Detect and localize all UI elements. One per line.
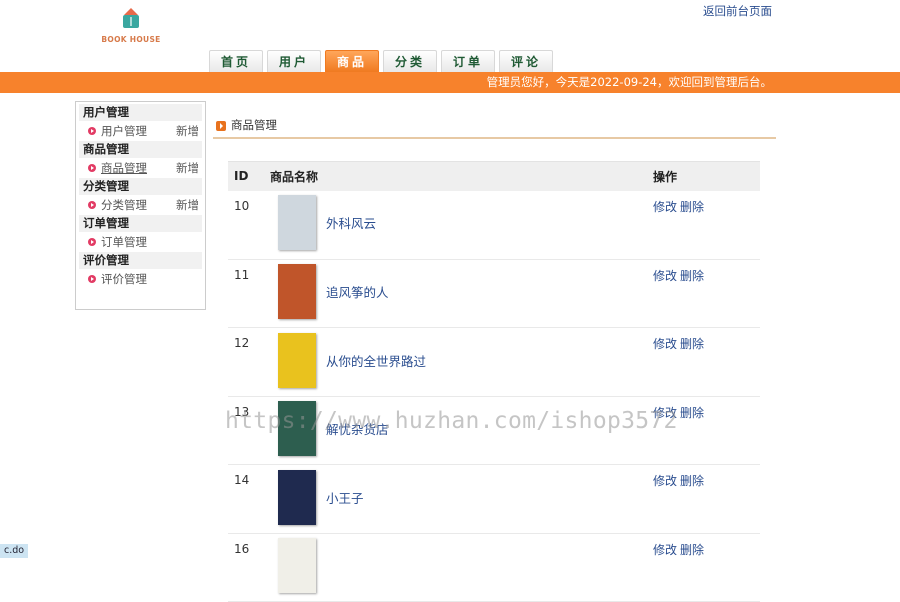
logo[interactable]: BOOK HOUSE: [100, 8, 162, 44]
delete-link[interactable]: 删除: [680, 543, 704, 557]
header: BOOK HOUSE 返回前台页面 首页 用户 商品 分类 订单 评论: [0, 0, 900, 72]
table-row: 13 解忧杂货店 修改删除: [228, 396, 760, 465]
cell-product: 追风筝的人: [270, 259, 653, 328]
main-nav-tabs: 首页 用户 商品 分类 订单 评论: [209, 50, 553, 72]
sidebar-group-orders: 订单管理: [79, 215, 202, 232]
book-cover-image[interactable]: [278, 264, 316, 319]
column-header-id: ID: [228, 162, 270, 191]
tab-reviews[interactable]: 评论: [499, 50, 553, 72]
cell-product: 解忧杂货店: [270, 396, 653, 465]
cell-product: 小王子: [270, 465, 653, 534]
cell-product: 外科风云: [270, 191, 653, 260]
sidebar-link-user-manage[interactable]: 用户管理: [101, 124, 147, 138]
sidebar-group-products: 商品管理: [79, 141, 202, 158]
edit-link[interactable]: 修改: [653, 543, 677, 557]
product-table: ID 商品名称 操作 10外科风云修改删除11追风筝的人修改删除12从你的全世界…: [228, 161, 760, 602]
edit-link[interactable]: 修改: [653, 269, 677, 283]
cell-ops: 修改删除: [653, 259, 760, 328]
cell-product: 从你的全世界路过: [270, 328, 653, 397]
book-cover-image[interactable]: [278, 401, 316, 456]
edit-link[interactable]: 修改: [653, 200, 677, 214]
sidebar-link-category-manage[interactable]: 分类管理: [101, 198, 147, 212]
bullet-arrow-icon: [88, 238, 96, 246]
edit-link[interactable]: 修改: [653, 474, 677, 488]
sidebar-link-product-manage[interactable]: 商品管理: [101, 161, 147, 175]
sidebar-link-review-manage[interactable]: 评价管理: [101, 272, 147, 286]
cell-ops: 修改删除: [653, 465, 760, 534]
tab-orders[interactable]: 订单: [441, 50, 495, 72]
sidebar-item-orders: 订单管理: [79, 232, 202, 252]
delete-link[interactable]: 删除: [680, 474, 704, 488]
table-row: 16 修改删除: [228, 533, 760, 602]
bullet-arrow-icon: [88, 127, 96, 135]
status-bar: c.do: [0, 544, 28, 558]
sidebar-link-add-product[interactable]: 新增: [176, 158, 199, 178]
sidebar-item-users: 用户管理 新增: [79, 121, 202, 141]
sidebar-link-add-user[interactable]: 新增: [176, 121, 199, 141]
cell-product: [270, 533, 653, 602]
sidebar-item-products: 商品管理 新增: [79, 158, 202, 178]
sidebar-group-users: 用户管理: [79, 104, 202, 121]
book-house-logo-icon: [122, 8, 140, 30]
delete-link[interactable]: 删除: [680, 406, 704, 420]
edit-link[interactable]: 修改: [653, 406, 677, 420]
tab-categories[interactable]: 分类: [383, 50, 437, 72]
sidebar-group-reviews: 评价管理: [79, 252, 202, 269]
sidebar-link-order-manage[interactable]: 订单管理: [101, 235, 147, 249]
table-row: 12 从你的全世界路过 修改删除: [228, 328, 760, 397]
cell-ops: 修改删除: [653, 396, 760, 465]
cell-ops: 修改删除: [653, 191, 760, 260]
book-cover-image[interactable]: [278, 538, 316, 593]
product-name-link[interactable]: 从你的全世界路过: [326, 351, 426, 370]
sidebar-group-categories: 分类管理: [79, 178, 202, 195]
table-row: 11 追风筝的人 修改删除: [228, 259, 760, 328]
book-cover-image[interactable]: [278, 195, 316, 250]
sidebar-link-add-category[interactable]: 新增: [176, 195, 199, 215]
sidebar-item-reviews: 评价管理: [79, 269, 202, 289]
product-name-link[interactable]: 解忧杂货店: [326, 419, 389, 438]
bullet-arrow-icon: [88, 275, 96, 283]
sidebar-item-categories: 分类管理 新增: [79, 195, 202, 215]
back-to-frontend-link[interactable]: 返回前台页面: [703, 3, 772, 19]
delete-link[interactable]: 删除: [680, 200, 704, 214]
bullet-arrow-icon: [88, 201, 96, 209]
table-row: 10 外科风云 修改删除: [228, 191, 760, 260]
cell-id: 14: [228, 465, 270, 534]
content-header: 商品管理: [213, 112, 776, 139]
delete-link[interactable]: 删除: [680, 337, 704, 351]
cell-ops: 修改删除: [653, 533, 760, 602]
edit-link[interactable]: 修改: [653, 337, 677, 351]
tab-users[interactable]: 用户: [267, 50, 321, 72]
cell-id: 10: [228, 191, 270, 260]
column-header-ops: 操作: [653, 162, 760, 191]
delete-link[interactable]: 删除: [680, 269, 704, 283]
main-content: 商品管理 ID 商品名称 操作 10外科风云修改删除11追风筝的人修改删除12从…: [213, 112, 776, 139]
cell-id: 12: [228, 328, 270, 397]
section-arrow-icon: [216, 121, 226, 131]
product-name-link[interactable]: 小王子: [326, 488, 364, 507]
welcome-banner: 管理员您好，今天是2022-09-24，欢迎回到管理后台。: [0, 72, 900, 93]
page-title: 商品管理: [231, 118, 277, 132]
sidebar: 用户管理 用户管理 新增 商品管理 商品管理 新增 分类管理 分类管理 新增 订…: [75, 101, 206, 310]
cell-id: 16: [228, 533, 270, 602]
cell-id: 11: [228, 259, 270, 328]
logo-text: BOOK HOUSE: [100, 35, 162, 44]
book-cover-image[interactable]: [278, 470, 316, 525]
cell-id: 13: [228, 396, 270, 465]
tab-home[interactable]: 首页: [209, 50, 263, 72]
cell-ops: 修改删除: [653, 328, 760, 397]
column-header-name: 商品名称: [270, 162, 653, 191]
book-cover-image[interactable]: [278, 333, 316, 388]
bullet-arrow-icon: [88, 164, 96, 172]
product-name-link[interactable]: 外科风云: [326, 213, 376, 232]
product-name-link[interactable]: 追风筝的人: [326, 282, 389, 301]
table-row: 14 小王子 修改删除: [228, 465, 760, 534]
tab-products[interactable]: 商品: [325, 50, 379, 72]
